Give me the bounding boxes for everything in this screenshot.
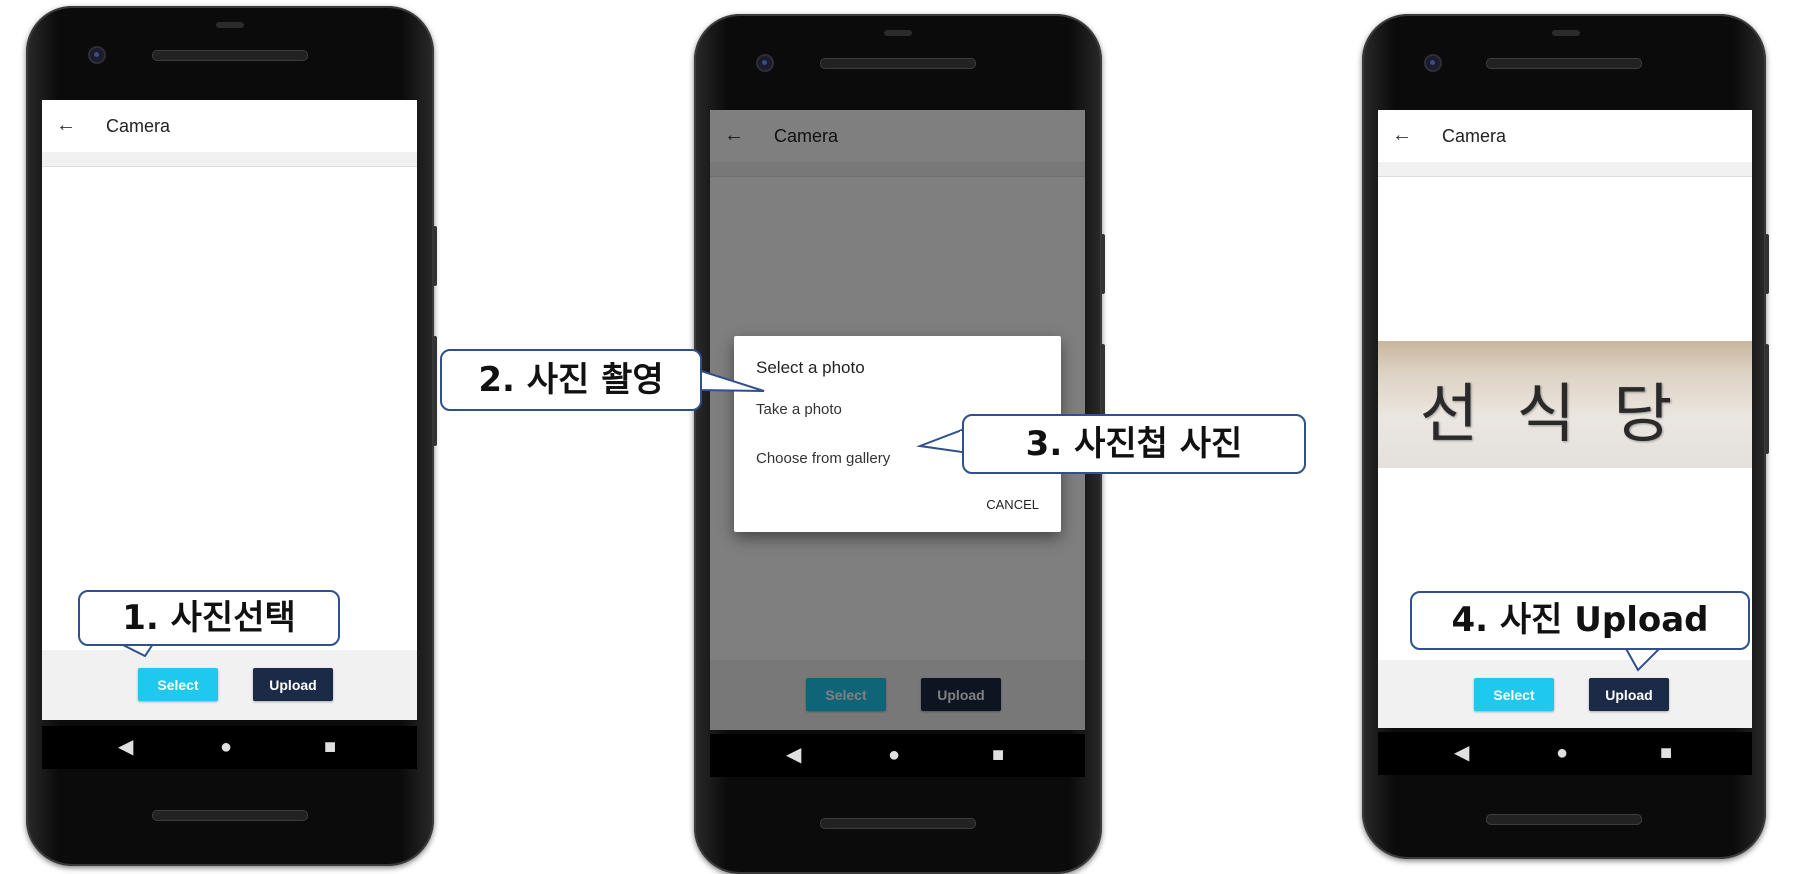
callout-step-3: 3. 사진첩 사진 — [962, 414, 1306, 474]
callout-step-2: 2. 사진 촬영 — [440, 349, 702, 411]
callout-3-tail — [916, 428, 963, 454]
callout-step-4: 4. 사진 Upload — [1410, 591, 1750, 650]
callout-2-tail — [697, 368, 765, 392]
callout-pointers — [114, 368, 1673, 672]
callout-step-1: 1. 사진선택 — [78, 590, 340, 646]
